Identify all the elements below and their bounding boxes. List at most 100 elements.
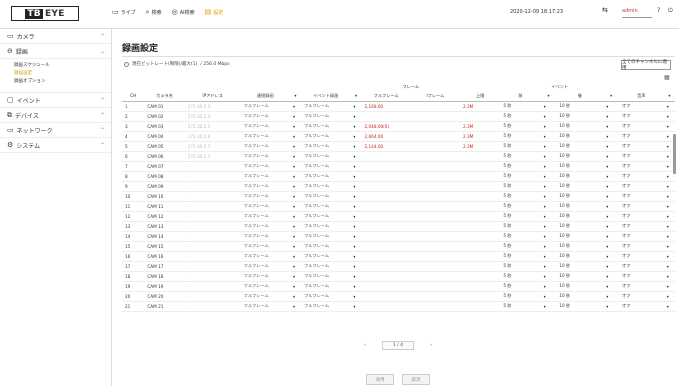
table-cell[interactable] <box>460 151 501 162</box>
table-cell[interactable] <box>460 161 501 172</box>
chevron-down-icon[interactable]: ▾ <box>540 261 557 272</box>
chevron-down-icon[interactable]: ▾ <box>540 291 557 302</box>
grid-view-icon[interactable]: ▦ <box>664 74 670 81</box>
table-cell[interactable] <box>460 251 501 262</box>
chevron-down-icon[interactable]: ▾ <box>540 231 557 242</box>
table-cell[interactable] <box>361 231 411 242</box>
chevron-down-icon[interactable]: ▾ <box>540 241 557 252</box>
table-cell[interactable] <box>460 301 501 312</box>
table-cell[interactable] <box>361 161 411 172</box>
chevron-down-icon[interactable]: ▾ <box>350 191 362 202</box>
table-row[interactable]: 13 CAM 13- フルフレーム ▾ フルフレーム ▾ 5 秒 ▾ 10 秒 ▾ オフ ▾ <box>122 221 675 232</box>
table-cell[interactable]: 10 秒 <box>556 131 604 142</box>
table-row[interactable]: 8 CAM 08- フルフレーム ▾ フルフレーム ▾ 5 秒 ▾ 10 秒 ▾ オフ ▾ <box>122 171 675 182</box>
chevron-down-icon[interactable]: ▾ <box>289 271 302 282</box>
chevron-down-icon[interactable]: ▾ <box>289 241 302 252</box>
table-cell[interactable]: オフ <box>618 291 664 302</box>
table-cell[interactable] <box>410 241 461 252</box>
table-cell[interactable]: フルフレーム <box>240 161 290 172</box>
table-cell[interactable]: フルフレーム <box>301 101 351 112</box>
table-cell[interactable]: フルフレーム <box>301 261 351 272</box>
table-cell[interactable]: オフ <box>618 221 664 232</box>
table-cell[interactable]: フルフレーム <box>240 281 290 292</box>
chevron-down-icon[interactable]: ▾ <box>540 221 557 232</box>
chevron-down-icon[interactable]: ▾ <box>350 211 362 222</box>
table-cell[interactable]: 5 秒 <box>500 221 541 232</box>
table-cell[interactable]: フルフレーム <box>240 171 290 182</box>
table-cell[interactable] <box>410 161 461 172</box>
table-cell[interactable]: オフ <box>618 161 664 172</box>
chevron-down-icon[interactable]: ▾ <box>663 191 675 202</box>
table-row[interactable]: 7 CAM 07- フルフレーム ▾ フルフレーム ▾ 5 秒 ▾ 10 秒 ▾ オフ ▾ <box>122 161 675 172</box>
table-cell[interactable]: フルフレーム <box>240 101 290 112</box>
chevron-down-icon[interactable]: ▾ <box>663 271 675 282</box>
table-cell[interactable]: 2,664.00 <box>361 131 411 142</box>
table-cell[interactable]: 2.3M <box>460 101 501 112</box>
nav-search[interactable]: ⌕ 検索 <box>146 9 162 17</box>
chevron-down-icon[interactable]: ▾ <box>540 121 557 132</box>
chevron-down-icon[interactable]: ▾ <box>289 221 302 232</box>
table-cell[interactable] <box>410 191 461 202</box>
table-cell[interactable]: フルフレーム <box>301 111 351 122</box>
chevron-down-icon[interactable]: ▾ <box>350 161 362 172</box>
chevron-down-icon[interactable]: ▾ <box>289 161 302 172</box>
chevron-down-icon[interactable]: ▾ <box>350 221 362 232</box>
table-cell[interactable]: 5 秒 <box>500 211 541 222</box>
table-cell[interactable]: 2,144.00 <box>361 141 411 152</box>
table-cell[interactable] <box>410 281 461 292</box>
table-cell[interactable] <box>410 301 461 312</box>
chevron-down-icon[interactable]: ▾ <box>350 121 362 132</box>
chevron-down-icon[interactable]: ▾ <box>603 181 619 192</box>
chevron-down-icon[interactable]: ▾ <box>603 131 619 142</box>
table-cell[interactable] <box>410 131 461 142</box>
chevron-down-icon[interactable]: ▾ <box>350 281 362 292</box>
table-cell[interactable]: 5 秒 <box>500 281 541 292</box>
table-cell[interactable]: 10 秒 <box>556 221 604 232</box>
nav-live[interactable]: ▭ ライブ <box>112 9 136 17</box>
table-cell[interactable] <box>361 271 411 282</box>
chevron-down-icon[interactable]: ▾ <box>540 141 557 152</box>
table-cell[interactable]: フルフレーム <box>240 291 290 302</box>
table-cell[interactable]: フルフレーム <box>301 221 351 232</box>
chevron-down-icon[interactable]: ▾ <box>289 151 302 162</box>
table-cell[interactable]: 5 秒 <box>500 301 541 312</box>
chevron-down-icon[interactable]: ▾ <box>540 201 557 212</box>
table-cell[interactable]: フルフレーム <box>301 291 351 302</box>
table-cell[interactable] <box>361 201 411 212</box>
table-cell[interactable] <box>361 301 411 312</box>
chevron-down-icon[interactable]: ▾ <box>289 121 302 132</box>
chevron-down-icon[interactable]: ▾ <box>540 271 557 282</box>
table-cell[interactable]: 5 秒 <box>500 241 541 252</box>
prev-page-icon[interactable]: ‹ <box>364 343 366 348</box>
table-cell[interactable] <box>410 141 461 152</box>
nav-settings[interactable]: ▤ 設定 <box>205 9 224 17</box>
chevron-down-icon[interactable]: ▾ <box>603 101 619 112</box>
table-cell[interactable]: フルフレーム <box>301 141 351 152</box>
table-cell[interactable] <box>460 181 501 192</box>
table-cell[interactable]: 10 秒 <box>556 171 604 182</box>
chevron-down-icon[interactable]: ▾ <box>663 101 675 112</box>
table-cell[interactable] <box>361 221 411 232</box>
table-cell[interactable]: 5 秒 <box>500 231 541 242</box>
table-cell[interactable] <box>410 211 461 222</box>
table-cell[interactable]: オフ <box>618 251 664 262</box>
chevron-down-icon[interactable]: ▾ <box>350 131 362 142</box>
table-cell[interactable]: 5 秒 <box>500 251 541 262</box>
chevron-down-icon[interactable]: ▾ <box>663 301 675 312</box>
chevron-down-icon[interactable]: ▾ <box>289 231 302 242</box>
sidebar-item-network[interactable]: ▭ ネットワーク ⌃ <box>0 123 111 138</box>
sidebar-item-device[interactable]: ⧉ デバイス ⌃ <box>0 108 111 123</box>
table-row[interactable]: 6 CAM 06 172.30.1.7 フルフレーム ▾ フルフレーム ▾ 5 秒 ▾ 10 秒 ▾… <box>122 151 675 162</box>
chevron-down-icon[interactable]: ▾ <box>603 281 619 292</box>
table-cell[interactable]: オフ <box>618 201 664 212</box>
chevron-down-icon[interactable]: ▾ <box>540 161 557 172</box>
table-cell[interactable]: 5 秒 <box>500 121 541 132</box>
chevron-down-icon[interactable]: ▾ <box>350 181 362 192</box>
chevron-down-icon[interactable]: ▾ <box>663 201 675 212</box>
table-cell[interactable]: オフ <box>618 261 664 272</box>
chevron-down-icon[interactable]: ▾ <box>289 261 302 272</box>
submenu-record-setting[interactable]: 録画設定 <box>0 70 111 78</box>
chevron-down-icon[interactable]: ▾ <box>540 151 557 162</box>
table-cell[interactable]: フルフレーム <box>240 111 290 122</box>
table-cell[interactable] <box>361 171 411 182</box>
